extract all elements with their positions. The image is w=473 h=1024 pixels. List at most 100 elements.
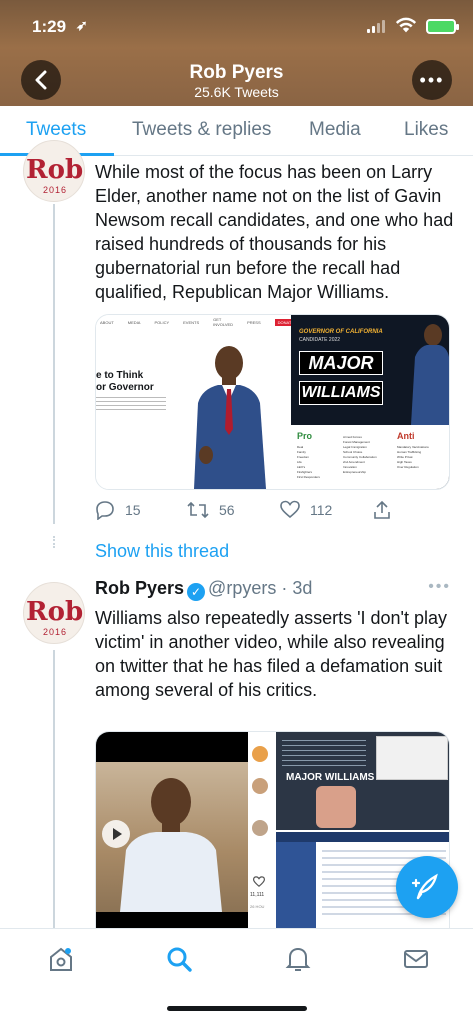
messages-icon[interactable] <box>402 945 430 973</box>
tweet-time-separator: · <box>276 578 293 598</box>
profile-header: 1:29 ➶ Rob Pyers 25.6K Tweets ••• <box>0 0 473 106</box>
poster-pro-anti: Pro Anti Deal Family Freedom Life LEO's … <box>291 425 449 489</box>
avatar-text: Rob! <box>26 597 84 627</box>
nav-item: PRESS <box>247 319 261 325</box>
share-button[interactable] <box>372 500 392 520</box>
video-person <box>120 778 222 912</box>
nav-item: GET INVOLVED <box>213 317 234 327</box>
like-button[interactable]: 112 <box>280 500 332 520</box>
reply-icon <box>96 501 114 520</box>
play-button[interactable] <box>102 820 130 848</box>
tweet-header: Rob Pyers ✓ @rpyers · 3d <box>95 578 312 601</box>
home-indicator <box>167 1006 307 1011</box>
screenshot-text <box>282 740 366 768</box>
tweet-media[interactable]: ABOUT MEDIA POLICY EVENTS GET INVOLVED P… <box>95 314 450 490</box>
tab-media[interactable]: Media <box>309 119 361 141</box>
poster-pro-list: Deal Family Freedom Life LEO's Firefight… <box>297 445 320 480</box>
poster-pro-item: Entrepreneurship <box>343 470 367 474</box>
thread-line <box>53 650 55 928</box>
avatar <box>252 746 268 762</box>
thread-dots <box>53 536 55 548</box>
retweet-button[interactable]: 56 <box>187 500 235 520</box>
profile-name: Rob Pyers <box>189 62 284 83</box>
tab-likes[interactable]: Likes <box>404 119 448 141</box>
candidate-photo <box>194 346 266 489</box>
more-button[interactable]: ••• <box>412 60 452 100</box>
nav-item: MEDIA <box>127 319 141 325</box>
docket-header-bar <box>276 832 449 842</box>
poster-name-line1: MAJOR <box>299 351 383 375</box>
website-nav: ABOUT MEDIA POLICY EVENTS GET INVOLVED P… <box>96 315 298 329</box>
tweet-count: 25.6K Tweets <box>194 84 279 100</box>
retweet-count: 56 <box>219 502 235 518</box>
tab-tweets-replies[interactable]: Tweets & replies <box>132 119 271 141</box>
heart-icon <box>280 500 300 519</box>
screenshot-label: MAJOR WILLIAMS <box>286 772 375 783</box>
reply-count: 15 <box>125 502 141 518</box>
battery-icon <box>426 19 459 34</box>
poster-sub-label: CANDIDATE 2022 <box>299 337 341 343</box>
website-body-text <box>96 397 166 411</box>
signal-icon <box>367 20 385 33</box>
nav-item: ABOUT <box>100 319 114 325</box>
home-icon[interactable] <box>47 945 75 973</box>
poster-governor-label: GOVERNOR OF CALIFORNIA <box>299 329 383 335</box>
heart-icon <box>253 876 265 887</box>
avatar[interactable]: Rob! 2016 <box>23 582 85 644</box>
campaign-poster: GOVERNOR OF CALIFORNIA CANDIDATE 2022 MA… <box>291 315 449 489</box>
tab-tweets[interactable]: Tweets <box>26 119 86 141</box>
tweet-time: 3d <box>292 578 313 598</box>
avatar <box>252 820 268 836</box>
search-icon[interactable] <box>165 945 193 973</box>
poster-candidate-photo <box>411 324 449 425</box>
website-heading-line: or Governor <box>96 382 154 393</box>
share-icon <box>374 500 390 519</box>
tweet-menu-icon[interactable]: ••• <box>428 578 451 596</box>
avatar-year: 2016 <box>42 185 68 195</box>
author-handle: @rpyers <box>208 578 277 598</box>
docket-sidebar <box>276 842 316 929</box>
poster-pro-list-2: Armed Forces Forest Management Legal Imm… <box>343 435 377 475</box>
avatar-year: 2016 <box>42 627 68 637</box>
website-heading: e to Think or Governor <box>96 370 154 394</box>
video-side-panel: 11,111 26 HOU <box>248 732 274 929</box>
verified-icon: ✓ <box>187 583 206 601</box>
poster-anti-label: Anti <box>397 431 415 441</box>
thread-line <box>53 204 55 524</box>
screenshot-document <box>376 736 448 780</box>
author-name[interactable]: Rob Pyers <box>95 578 184 598</box>
notifications-icon[interactable] <box>284 945 312 973</box>
tweet-text: Williams also repeatedly asserts 'I don'… <box>95 608 448 700</box>
video-thumbnail[interactable]: 11,111 26 HOU <box>96 732 274 929</box>
location-icon: ➶ <box>76 17 88 33</box>
status-time: 1:29 <box>32 17 67 36</box>
play-icon <box>113 828 122 840</box>
poster-pro-label: Pro <box>297 431 313 441</box>
avatar[interactable]: Rob! 2016 <box>23 140 85 202</box>
website-heading-line: e to Think <box>96 370 144 381</box>
reply-button[interactable]: 15 <box>95 500 141 520</box>
media-count: 11,111 <box>250 892 265 898</box>
media-time: 26 HOU <box>250 904 265 909</box>
tweet-media-grid[interactable]: 11,111 26 HOU MAJOR WILLIAMS <box>95 731 450 929</box>
nav-item: EVENTS <box>183 319 200 325</box>
website-screenshot: ABOUT MEDIA POLICY EVENTS GET INVOLVED P… <box>96 315 298 489</box>
like-count: 112 <box>310 502 333 518</box>
compose-icon <box>412 873 438 900</box>
screenshot-top: MAJOR WILLIAMS <box>276 732 449 830</box>
poster-anti-item: Over Regulation <box>397 465 419 469</box>
tweet-actions: 15 56 112 <box>95 500 395 524</box>
screenshot-face <box>316 786 356 828</box>
avatar-text: Rob! <box>26 155 84 185</box>
poster-anti-list: Mandatory Vaccinations Human Trafficking… <box>397 445 429 470</box>
retweet-icon <box>187 501 209 519</box>
nav-item: POLICY <box>154 319 170 325</box>
poster-name-line2: WILLIAMS <box>299 381 383 405</box>
avatar <box>252 778 268 794</box>
poster-pro-item: First Responders <box>297 475 320 479</box>
wifi-icon <box>395 17 417 33</box>
tweet-text: While most of the focus has been on Larr… <box>95 162 454 302</box>
more-icon: ••• <box>419 69 445 90</box>
show-thread-link[interactable]: Show this thread <box>95 541 229 562</box>
compose-tweet-button[interactable] <box>396 856 458 918</box>
